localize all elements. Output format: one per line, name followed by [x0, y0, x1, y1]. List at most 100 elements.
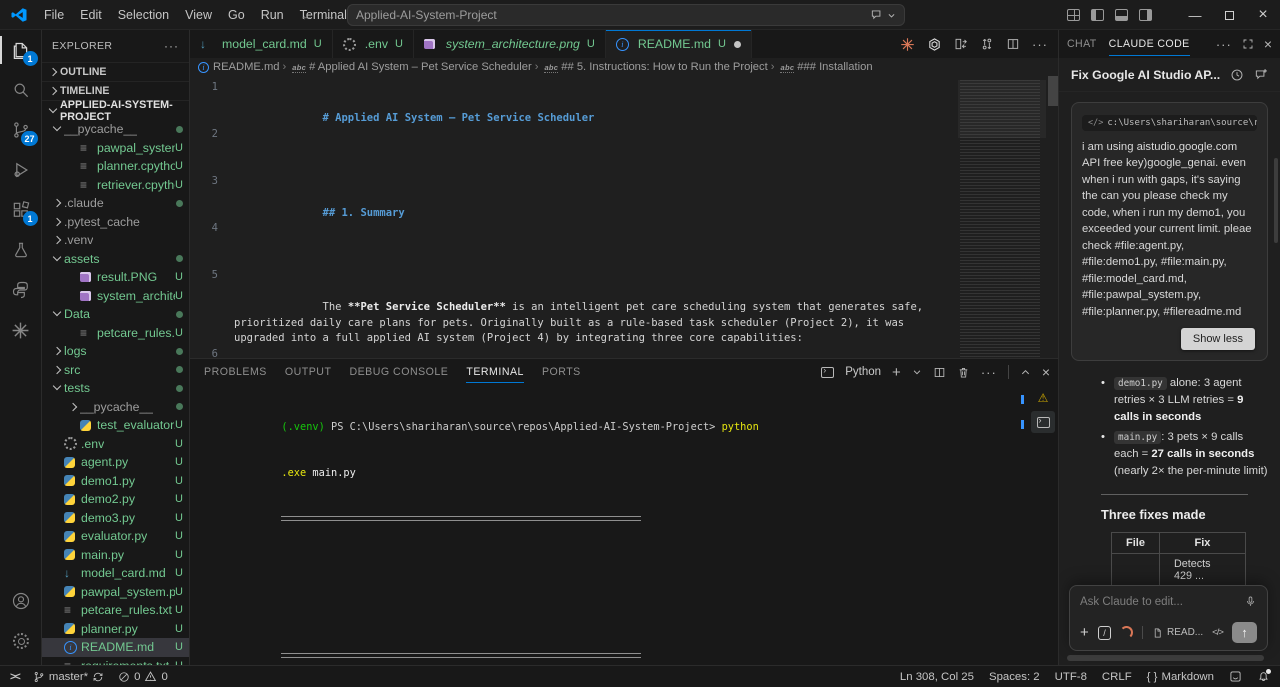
activity-testing[interactable]	[0, 230, 42, 270]
activity-extensions[interactable]: 1	[0, 190, 42, 230]
chat-input[interactable]: Ask Claude to edit...	[1080, 596, 1183, 608]
eol-sequence[interactable]: CRLF	[1102, 671, 1132, 683]
menu-item[interactable]: Go	[220, 5, 253, 25]
split-terminal-icon[interactable]	[933, 366, 946, 379]
breadcrumb-item[interactable]: README.md	[213, 61, 280, 73]
language-mode[interactable]: { } Markdown	[1147, 671, 1214, 683]
close-chat-icon[interactable]: ×	[1264, 36, 1272, 52]
breadcrumb-item[interactable]: # Applied AI System – Pet Service Schedu…	[280, 61, 532, 73]
terminal-output[interactable]: (.venv) PS C:\Users\shariharan\source\re…	[190, 385, 1058, 665]
minimap[interactable]	[958, 80, 1046, 358]
tree-item[interactable]: test_evaluator.py U	[42, 416, 189, 435]
problems-item[interactable]: 0 0	[118, 670, 168, 683]
editor-tab[interactable]: system_architecture.png U	[413, 30, 606, 58]
terminal-dropdown-icon[interactable]	[912, 367, 922, 377]
account-button[interactable]	[0, 581, 42, 621]
terminal-tab-python[interactable]	[1031, 411, 1055, 433]
panel-tab[interactable]: TERMINAL	[466, 361, 524, 383]
panel-tab[interactable]: PROBLEMS	[204, 361, 267, 383]
context-file-chip[interactable]: READ...	[1152, 627, 1203, 639]
close-panel-icon[interactable]: ×	[1042, 364, 1050, 380]
claude-starburst-icon[interactable]	[900, 37, 915, 52]
close-button[interactable]: ×	[1246, 0, 1280, 30]
editor-scrollbar[interactable]	[1048, 76, 1058, 106]
active-shell-label[interactable]: Python	[845, 366, 881, 378]
tree-item[interactable]: planner.py U	[42, 620, 189, 639]
attach-plus-icon[interactable]: +	[1080, 625, 1089, 640]
toggle-secondary-sidebar-icon[interactable]	[1139, 9, 1152, 21]
toggle-panel-icon[interactable]	[1115, 9, 1128, 21]
tree-item[interactable]: petcare_rules.txt U	[42, 601, 189, 620]
menu-item[interactable]: Run	[253, 5, 292, 25]
remote-indicator[interactable]: ><	[10, 671, 21, 683]
file-reference-chip[interactable]: </> c:\Users\shariharan\source\r...	[1082, 115, 1257, 131]
tree-item[interactable]: logs	[42, 342, 189, 361]
tree-item[interactable]: petcare_rules.txt U	[42, 324, 189, 343]
microphone-icon[interactable]	[1244, 595, 1257, 608]
tree-item[interactable]: .venv	[42, 231, 189, 250]
split-editor-icon[interactable]	[1006, 37, 1020, 51]
code-area[interactable]: 1 # Applied AI System – Pet Service Sche…	[190, 80, 954, 358]
breadcrumb-item[interactable]: ### Installation	[768, 61, 872, 73]
tree-item[interactable]: README.md U	[42, 638, 189, 657]
tree-item[interactable]: demo1.py U	[42, 472, 189, 491]
tree-item[interactable]: main.py U	[42, 546, 189, 565]
explorer-more-actions[interactable]: ···	[164, 39, 179, 53]
activity-source-control[interactable]: 27	[0, 110, 42, 150]
tree-item[interactable]: demo3.py U	[42, 509, 189, 528]
toggle-sidebar-icon[interactable]	[1091, 9, 1104, 21]
feedback-item[interactable]	[1229, 670, 1242, 683]
open-changes-icon[interactable]	[954, 37, 968, 51]
expand-icon[interactable]	[1242, 38, 1254, 50]
send-button[interactable]: ↑	[1231, 622, 1257, 643]
new-terminal-button[interactable]: +	[892, 365, 901, 380]
breadcrumb-item[interactable]: ## 5. Instructions: How to Run the Proje…	[532, 61, 767, 73]
tree-item[interactable]: src	[42, 361, 189, 380]
section-timeline[interactable]: TIMELINE	[42, 81, 189, 100]
menu-item[interactable]: File	[36, 5, 72, 25]
panel-tab[interactable]: OUTPUT	[285, 361, 332, 383]
tab-chat[interactable]: CHAT	[1067, 32, 1097, 56]
chat-horizontal-scrollbar[interactable]	[1067, 655, 1264, 661]
tree-item[interactable]: requirements.txt U	[42, 657, 189, 665]
tree-item[interactable]: retriever.cpython-... U	[42, 176, 189, 195]
tree-item[interactable]: agent.py U	[42, 453, 189, 472]
command-center[interactable]: Applied-AI-System-Project	[347, 4, 905, 26]
restore-button[interactable]	[1212, 0, 1246, 30]
dirty-dot[interactable]	[733, 40, 741, 48]
editor-tab[interactable]: .env U	[332, 30, 414, 58]
editor-tab[interactable]: model_card.md U	[190, 30, 333, 58]
tree-item[interactable]: .pytest_cache	[42, 213, 189, 232]
indentation[interactable]: Spaces: 2	[989, 671, 1040, 683]
editor-tab[interactable]: README.md U	[605, 30, 752, 58]
notifications-bell-icon[interactable]	[1257, 669, 1271, 683]
show-less-button[interactable]: Show less	[1180, 328, 1255, 351]
panel-more-actions-icon[interactable]: ···	[981, 365, 997, 380]
kill-terminal-trash-icon[interactable]	[957, 366, 970, 379]
git-actions-icon[interactable]	[980, 37, 994, 51]
tree-item[interactable]: system_architectu... U	[42, 287, 189, 306]
tree-item[interactable]: __pycache__	[42, 120, 189, 139]
tree-item[interactable]: .env U	[42, 435, 189, 454]
tree-item[interactable]: __pycache__	[42, 398, 189, 417]
tree-item[interactable]: planner.cpython-... U	[42, 157, 189, 176]
chat-vertical-scrollbar[interactable]	[1274, 158, 1278, 243]
section-outline[interactable]: OUTLINE	[42, 62, 189, 81]
project-root-folder[interactable]: APPLIED-AI-SYSTEM-PROJECT	[42, 99, 189, 123]
git-branch-item[interactable]: master*	[33, 671, 104, 683]
minimize-button[interactable]: —	[1178, 0, 1212, 30]
encoding[interactable]: UTF-8	[1055, 671, 1087, 683]
menu-item[interactable]: Selection	[110, 5, 177, 25]
more-actions-icon[interactable]: ···	[1032, 37, 1048, 52]
chat-more-actions-icon[interactable]: ···	[1216, 37, 1232, 52]
settings-button[interactable]	[0, 621, 42, 661]
tree-item[interactable]: pawpal_system.py U	[42, 583, 189, 602]
activity-search[interactable]	[0, 70, 42, 110]
menu-item[interactable]: Edit	[72, 5, 110, 25]
warning-icon[interactable]: ⚠	[1038, 391, 1049, 405]
activity-run-debug[interactable]	[0, 150, 42, 190]
panel-tab[interactable]: DEBUG CONSOLE	[349, 361, 448, 383]
tree-item[interactable]: tests	[42, 379, 189, 398]
activity-explorer[interactable]: 1	[0, 30, 42, 70]
editor-pane[interactable]: 1 # Applied AI System – Pet Service Sche…	[190, 76, 1058, 358]
